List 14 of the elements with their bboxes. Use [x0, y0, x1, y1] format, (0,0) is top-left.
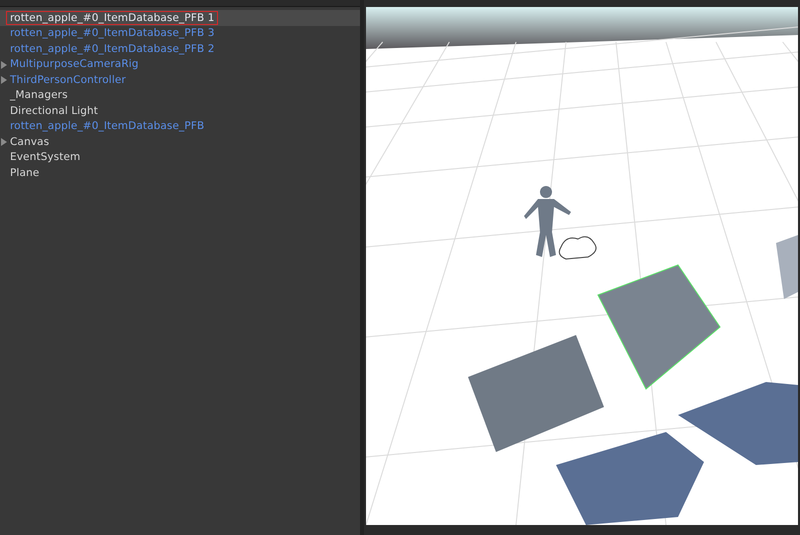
hierarchy-item[interactable]: rotten_apple_#0_ItemDatabase_PFB 3	[0, 26, 360, 41]
hierarchy-item[interactable]: rotten_apple_#0_ItemDatabase_PFB 1	[0, 10, 360, 26]
hierarchy-item[interactable]: Directional Light	[0, 103, 360, 118]
hierarchy-item[interactable]: rotten_apple_#0_ItemDatabase_PFB	[0, 118, 360, 134]
hierarchy-item[interactable]: rotten_apple_#0_ItemDatabase_PFB 2	[0, 41, 360, 56]
expand-arrow-icon[interactable]	[1, 60, 7, 68]
hierarchy-item[interactable]: MultipurposeCameraRig	[0, 56, 360, 72]
hierarchy-item[interactable]: Plane	[0, 165, 360, 180]
hierarchy-item[interactable]: Canvas	[0, 134, 360, 150]
expand-arrow-icon[interactable]	[1, 76, 7, 84]
hierarchy-item[interactable]: EventSystem	[0, 150, 360, 165]
hierarchy-item[interactable]: _Managers	[0, 88, 360, 103]
hierarchy-item[interactable]: ThirdPersonController	[0, 72, 360, 88]
expand-arrow-icon[interactable]	[1, 138, 7, 146]
